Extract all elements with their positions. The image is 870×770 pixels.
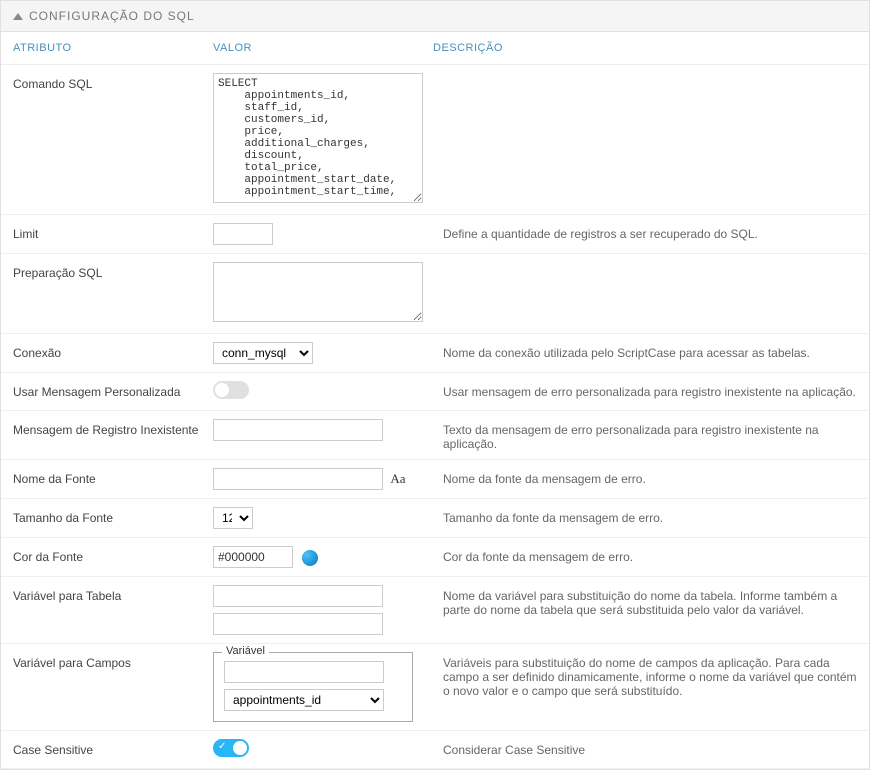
cor-fonte-input[interactable] [213,546,293,568]
desc-comando-sql [433,73,857,77]
conexao-select[interactable]: conn_mysql [213,342,313,364]
panel-header[interactable]: CONFIGURAÇÃO DO SQL [1,1,869,32]
color-picker-icon[interactable] [302,550,318,566]
limit-input[interactable] [213,223,273,245]
tamanho-fonte-select[interactable]: 12 [213,507,253,529]
row-variavel-tabela: Variável para Tabela Nome da variável pa… [1,577,869,644]
mensagem-inexistente-input[interactable] [213,419,383,441]
mensagem-personalizada-toggle[interactable] [213,381,249,399]
desc-tamanho-fonte: Tamanho da fonte da mensagem de erro. [433,507,857,525]
toggle-check-icon: ✓ [218,741,226,752]
row-limit: Limit Define a quantidade de registros a… [1,215,869,254]
label-case-sensitive: Case Sensitive [13,739,213,757]
row-tamanho-fonte: Tamanho da Fonte 12 Tamanho da fonte da … [1,499,869,538]
desc-variavel-campos: Variáveis para substituição do nome de c… [433,652,857,698]
row-mensagem-inexistente: Mensagem de Registro Inexistente Texto d… [1,411,869,460]
nome-fonte-input[interactable] [213,468,383,490]
row-comando-sql: Comando SQL SELECT appointments_id, staf… [1,65,869,215]
col-header-val: VALOR [213,42,433,54]
desc-conexao: Nome da conexão utilizada pelo ScriptCas… [433,342,857,360]
label-cor-fonte: Cor da Fonte [13,546,213,564]
variavel-tabela-input-1[interactable] [213,585,383,607]
columns-header: ATRIBUTO VALOR DESCRIÇÃO [1,32,869,65]
desc-cor-fonte: Cor da fonte da mensagem de erro. [433,546,857,564]
label-mensagem-personalizada: Usar Mensagem Personalizada [13,381,213,399]
label-preparacao: Preparação SQL [13,262,213,280]
variavel-fieldset: Variável appointments_id [213,652,413,722]
label-tamanho-fonte: Tamanho da Fonte [13,507,213,525]
variavel-campos-select[interactable]: appointments_id [224,689,384,711]
row-case-sensitive: Case Sensitive ✓ Considerar Case Sensiti… [1,731,869,769]
desc-limit: Define a quantidade de registros a ser r… [433,223,857,241]
row-preparacao: Preparação SQL [1,254,869,334]
row-conexao: Conexão conn_mysql Nome da conexão utili… [1,334,869,373]
label-comando-sql: Comando SQL [13,73,213,91]
panel-title: CONFIGURAÇÃO DO SQL [29,9,195,23]
label-mensagem-inexistente: Mensagem de Registro Inexistente [13,419,213,437]
label-limit: Limit [13,223,213,241]
desc-variavel-tabela: Nome da variável para substituição do no… [433,585,857,617]
desc-mensagem-personalizada: Usar mensagem de erro personalizada para… [433,381,857,399]
desc-mensagem-inexistente: Texto da mensagem de erro personalizada … [433,419,857,451]
col-header-desc: DESCRIÇÃO [433,42,857,54]
row-variavel-campos: Variável para Campos Variável appointmen… [1,644,869,731]
label-variavel-campos: Variável para Campos [13,652,213,670]
label-conexao: Conexão [13,342,213,360]
label-variavel-tabela: Variável para Tabela [13,585,213,603]
toggle-knob [233,741,247,755]
sql-config-panel: CONFIGURAÇÃO DO SQL ATRIBUTO VALOR DESCR… [0,0,870,770]
row-mensagem-personalizada: Usar Mensagem Personalizada Usar mensage… [1,373,869,411]
case-sensitive-toggle[interactable]: ✓ [213,739,249,757]
font-picker-icon[interactable]: Aa [390,471,405,486]
desc-nome-fonte: Nome da fonte da mensagem de erro. [433,468,857,486]
variavel-campos-input[interactable] [224,661,384,683]
comando-sql-textarea[interactable]: SELECT appointments_id, staff_id, custom… [213,73,423,203]
row-cor-fonte: Cor da Fonte Cor da fonte da mensagem de… [1,538,869,577]
row-nome-fonte: Nome da Fonte Aa Nome da fonte da mensag… [1,460,869,499]
preparacao-textarea[interactable] [213,262,423,322]
desc-preparacao [433,262,857,266]
toggle-knob [215,383,229,397]
col-header-attr: ATRIBUTO [13,42,213,54]
desc-case-sensitive: Considerar Case Sensitive [433,739,857,757]
label-nome-fonte: Nome da Fonte [13,468,213,486]
variavel-legend: Variável [222,645,269,657]
collapse-triangle-icon [13,13,23,20]
variavel-tabela-input-2[interactable] [213,613,383,635]
